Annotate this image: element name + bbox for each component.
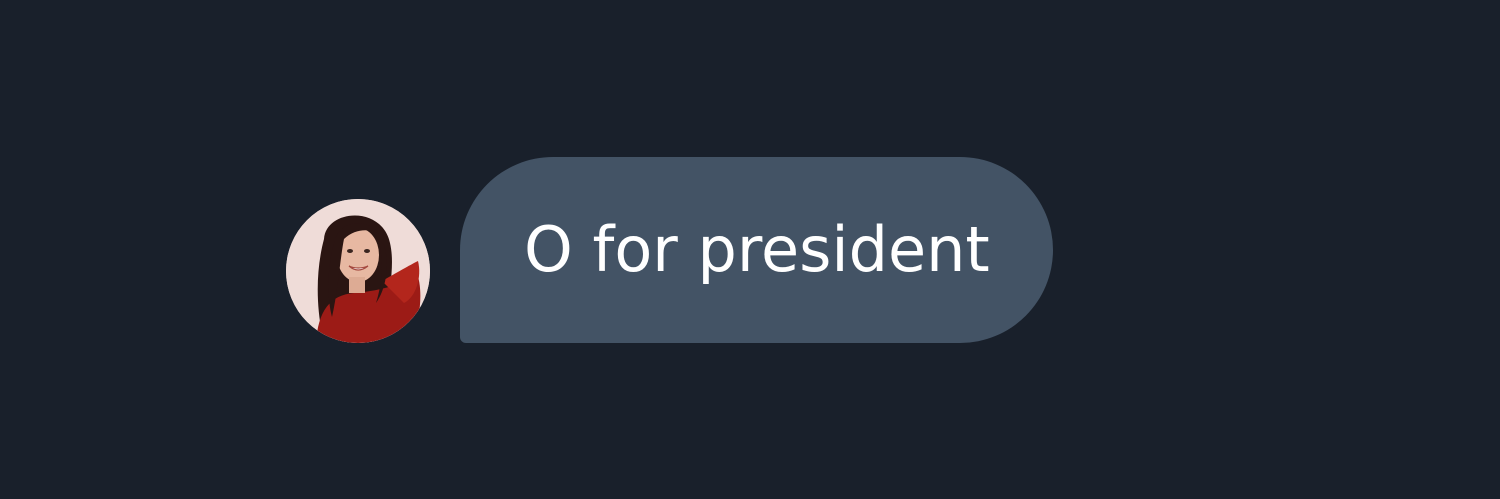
message-text: O for president (524, 213, 990, 286)
avatar[interactable] (286, 199, 430, 343)
avatar-photo-icon (286, 199, 430, 343)
message-bubble[interactable]: O for president (460, 157, 1053, 343)
chat-screen: O for president (0, 0, 1500, 499)
